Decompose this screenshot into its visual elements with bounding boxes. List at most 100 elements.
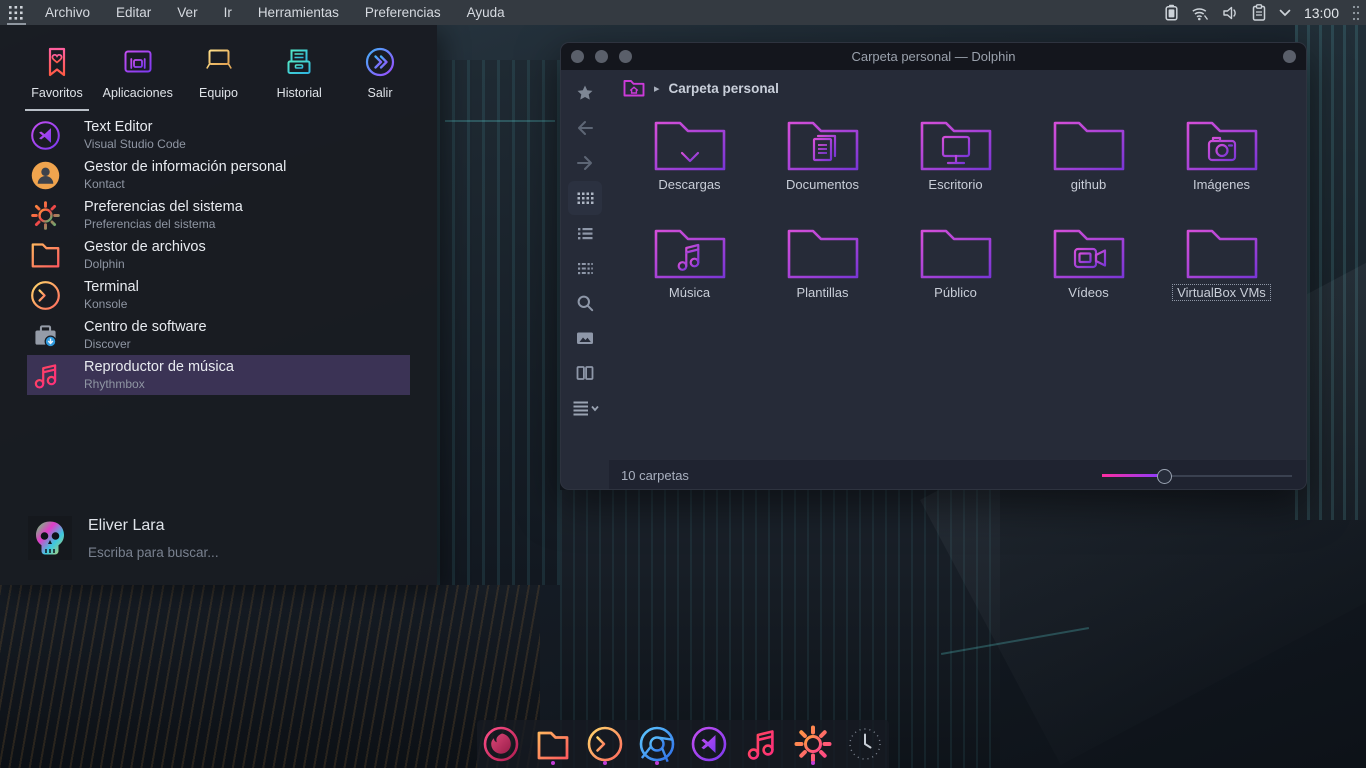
dock-settings[interactable]: [793, 722, 833, 766]
dolphin-window: Carpeta personal — Dolphin ▸ Carpeta per…: [560, 42, 1307, 490]
status-text: 10 carpetas: [621, 468, 689, 483]
breadcrumb-bar: ▸ Carpeta personal: [609, 70, 1306, 106]
folder-imagenes[interactable]: Imágenes: [1155, 116, 1288, 224]
breadcrumb[interactable]: Carpeta personal: [669, 81, 779, 96]
home-folder-icon[interactable]: [623, 79, 645, 97]
chromium-icon: [637, 724, 677, 764]
menu-ayuda[interactable]: Ayuda: [454, 0, 518, 25]
folder-label: Música: [665, 285, 714, 300]
clock[interactable]: 13:00: [1304, 5, 1339, 21]
dock-vscode[interactable]: [689, 722, 729, 766]
list-view-icon[interactable]: [568, 216, 602, 250]
folder-escritorio[interactable]: Escritorio: [889, 116, 1022, 224]
window-button[interactable]: [571, 50, 584, 63]
menu-herramientas[interactable]: Herramientas: [245, 0, 352, 25]
tab-salir[interactable]: Salir: [341, 45, 419, 111]
folder-icon: [1050, 116, 1128, 174]
titlebar[interactable]: Carpeta personal — Dolphin: [561, 43, 1306, 70]
places-icon[interactable]: [568, 76, 602, 110]
folder-icon: [784, 116, 862, 174]
menu-icon[interactable]: [568, 391, 602, 425]
dock-dolphin[interactable]: [533, 722, 573, 766]
dock-rhythmbox[interactable]: [741, 722, 781, 766]
dock-clock[interactable]: [845, 722, 885, 766]
network-icon[interactable]: [1191, 5, 1209, 21]
folder-icon: [651, 116, 729, 174]
folder-plantillas[interactable]: Plantillas: [756, 224, 889, 332]
dock-chromium[interactable]: [637, 722, 677, 766]
tab-favoritos[interactable]: Favoritos: [18, 45, 96, 111]
window-button[interactable]: [619, 50, 632, 63]
dock: [477, 720, 889, 768]
wallpaper-building: [437, 60, 572, 585]
kontact-icon: [29, 159, 62, 192]
panel-handle-icon[interactable]: [1352, 4, 1360, 22]
grid-view-icon[interactable]: [568, 181, 602, 215]
menu-ir[interactable]: Ir: [211, 0, 245, 25]
chevron-down-icon[interactable]: [1279, 9, 1291, 17]
folder-label: Público: [930, 285, 981, 300]
window-button[interactable]: [595, 50, 608, 63]
clipboard-icon[interactable]: [1252, 4, 1266, 21]
dolphin-icon: [533, 725, 573, 763]
folder-virtualbox-vms[interactable]: VirtualBox VMs: [1155, 224, 1288, 332]
folder-label: VirtualBox VMs: [1173, 285, 1270, 300]
wallpaper-accent: [445, 120, 555, 122]
folder-videos[interactable]: Vídeos: [1022, 224, 1155, 332]
menu-ver[interactable]: Ver: [164, 0, 210, 25]
menu-preferencias[interactable]: Preferencias: [352, 0, 454, 25]
folder-publico[interactable]: Público: [889, 224, 1022, 332]
favorite-preferencias-del-sistema[interactable]: Preferencias del sistema Preferencias de…: [27, 195, 410, 235]
vscode-icon: [29, 119, 62, 152]
folder-icon: [917, 116, 995, 174]
folder-documentos[interactable]: Documentos: [756, 116, 889, 224]
folder-github[interactable]: github: [1022, 116, 1155, 224]
favorite-centro-de-software[interactable]: Centro de software Discover: [27, 315, 410, 355]
folder-musica[interactable]: Música: [623, 224, 756, 332]
user-area: Eliver Lara: [0, 516, 437, 561]
zoom-slider[interactable]: [1102, 468, 1292, 484]
tab-historial[interactable]: Historial: [260, 45, 338, 111]
leave-icon: [363, 45, 397, 79]
compact-view-icon[interactable]: [568, 251, 602, 285]
applications-icon: [121, 45, 155, 79]
folder-descargas[interactable]: Descargas: [623, 116, 756, 224]
running-indicator: [603, 761, 607, 765]
search-input[interactable]: [88, 545, 388, 560]
zoom-slider-fill: [1102, 474, 1161, 477]
favorites-bookmark-icon: [40, 45, 74, 79]
app-grid-button[interactable]: [0, 0, 32, 25]
dock-konsole[interactable]: [585, 722, 625, 766]
favorites-list: Text Editor Visual Studio Code Gestor de…: [0, 115, 437, 395]
split-icon[interactable]: [568, 356, 602, 390]
menu-archivo[interactable]: Archivo: [32, 0, 103, 25]
konsole-icon: [29, 279, 62, 312]
zoom-slider-handle[interactable]: [1157, 469, 1172, 484]
desktop: ArchivoEditarVerIrHerramientasPreferenci…: [0, 0, 1366, 768]
dock-firefox[interactable]: [481, 722, 521, 766]
settings-icon: [793, 724, 833, 764]
vscode-icon: [689, 724, 729, 764]
folder-label: Descargas: [654, 177, 724, 192]
favorite-gestor-de-informacion-personal[interactable]: Gestor de información personal Kontact: [27, 155, 410, 195]
avatar[interactable]: [28, 516, 72, 560]
forward-icon[interactable]: [568, 146, 602, 180]
user-name: Eliver Lara: [88, 517, 388, 535]
favorite-text-editor[interactable]: Text Editor Visual Studio Code: [27, 115, 410, 155]
tab-equipo[interactable]: Equipo: [180, 45, 258, 111]
favorite-terminal[interactable]: Terminal Konsole: [27, 275, 410, 315]
search-icon[interactable]: [568, 286, 602, 320]
favorite-reproductor-de-musica[interactable]: Reproductor de música Rhythmbox: [27, 355, 410, 395]
battery-icon[interactable]: [1165, 4, 1178, 21]
tab-aplicaciones[interactable]: Aplicaciones: [99, 45, 177, 111]
back-icon[interactable]: [568, 111, 602, 145]
volume-icon[interactable]: [1222, 5, 1239, 21]
preview-icon[interactable]: [568, 321, 602, 355]
computer-icon: [202, 45, 236, 79]
window-menu-button[interactable]: [1283, 50, 1296, 63]
statusbar: 10 carpetas: [609, 459, 1306, 490]
folder-icon: [917, 224, 995, 282]
clock-icon: [845, 724, 885, 764]
favorite-gestor-de-archivos[interactable]: Gestor de archivos Dolphin: [27, 235, 410, 275]
menu-editar[interactable]: Editar: [103, 0, 164, 25]
